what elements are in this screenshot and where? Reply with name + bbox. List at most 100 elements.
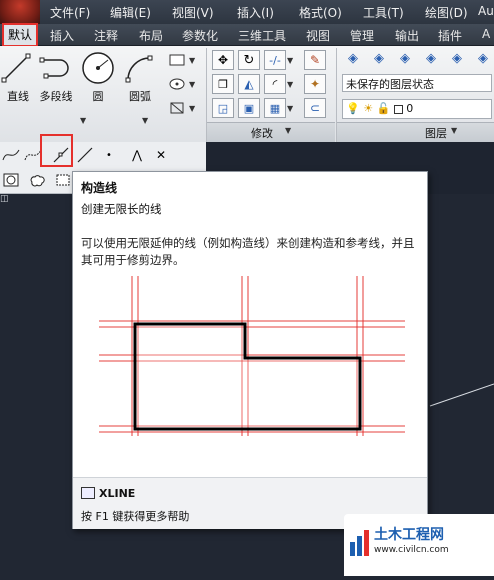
menu-edit[interactable]: 编辑(E) — [110, 4, 151, 21]
tab-manage[interactable]: 管理 — [350, 27, 374, 44]
revision-cloud-button[interactable] — [26, 169, 48, 191]
tab-default[interactable]: 默认 — [1, 23, 39, 47]
menu-file[interactable]: 文件(F) — [50, 4, 90, 21]
rectangle-button[interactable] — [166, 50, 188, 70]
array-icon: ▦ — [269, 101, 281, 115]
revision-cloud-icon — [30, 175, 45, 187]
layer-state-select[interactable]: 未保存的图层状态 — [342, 74, 492, 92]
trim-dropdown-icon[interactable]: ▼ — [287, 50, 297, 70]
layers-panel-label: 图层 — [425, 127, 447, 140]
layer-off-button[interactable]: ◈ — [472, 48, 494, 68]
menu-autodesk[interactable]: Au — [478, 4, 494, 18]
wipeout-button[interactable] — [52, 169, 74, 191]
boundary-button[interactable] — [166, 98, 188, 118]
application-menu-button[interactable] — [0, 0, 40, 24]
array-button[interactable]: ▦ — [264, 98, 286, 118]
sun-icon: ☀ — [363, 102, 374, 115]
layer-previous-icon: ◈ — [400, 50, 410, 66]
erase-icon: ✎ — [309, 53, 321, 67]
tab-insert[interactable]: 插入 — [50, 27, 74, 44]
tab-layout[interactable]: 布局 — [139, 27, 163, 44]
tab-parametric[interactable]: 参数化 — [182, 27, 218, 44]
copy-button[interactable]: ❐ — [212, 74, 234, 94]
tab-output[interactable]: 输出 — [395, 27, 419, 44]
fillet-button[interactable]: ◜ — [264, 74, 286, 94]
layer-color-swatch — [393, 104, 403, 114]
layer-freeze-button[interactable]: ◈ — [446, 48, 468, 68]
menu-format[interactable]: 格式(O) — [299, 4, 342, 21]
unlock-icon: 🔓 — [376, 102, 391, 115]
layers-panel-footer[interactable]: 图层 ▼ — [337, 122, 494, 142]
current-layer-select[interactable]: 💡 ☀ 🔓 0 — [342, 99, 492, 119]
layers-expand-icon: ▼ — [451, 126, 458, 135]
modify-panel-label: 修改 — [251, 127, 273, 140]
divide-button[interactable]: ⋀ — [126, 144, 148, 166]
layer-properties-button[interactable]: ◈ — [342, 48, 364, 68]
tooltip-help-hint: 按 F1 键获得更多帮助 — [81, 510, 190, 523]
spline-fit-button[interactable] — [0, 144, 22, 166]
copy-icon: ❐ — [218, 77, 228, 91]
mirror-icon: ◭ — [244, 77, 254, 91]
layer-match-button[interactable]: ◈ — [368, 48, 390, 68]
tooltip-description: 可以使用无限延伸的线（例如构造线）来创建构造和参考线，并且其可用于修剪边界。 — [81, 236, 415, 267]
wipeout-icon — [56, 174, 70, 186]
explode-icon: ✦ — [309, 77, 321, 91]
boundary-icon — [170, 102, 184, 114]
offset-icon: ⊂ — [309, 101, 321, 115]
tab-autodesk[interactable]: A — [482, 27, 490, 41]
arc-tool-label: 圆弧 — [129, 90, 151, 103]
menubar: 文件(F) 编辑(E) 视图(V) 插入(I) 格式(O) 工具(T) 绘图(D… — [0, 0, 494, 24]
tab-3d-tools[interactable]: 三维工具 — [238, 27, 286, 44]
arc-tool[interactable]: 圆弧 — [118, 50, 162, 104]
circle-tool[interactable]: 圆 — [76, 50, 120, 104]
trim-icon: -/- — [269, 53, 281, 67]
measure-button[interactable]: ✕ — [150, 144, 172, 166]
explode-button[interactable]: ✦ — [304, 74, 326, 94]
menu-tools[interactable]: 工具(T) — [363, 4, 404, 21]
tab-annotate[interactable]: 注释 — [94, 27, 118, 44]
arc-icon — [125, 55, 153, 83]
circle-dropdown-icon[interactable]: ▼ — [80, 110, 90, 130]
array-dropdown-icon[interactable]: ▼ — [287, 98, 297, 118]
tab-plugins[interactable]: 插件 — [438, 27, 462, 44]
arc-dropdown-icon[interactable]: ▼ — [142, 110, 152, 130]
hatch-button[interactable] — [166, 74, 188, 94]
hatch-dropdown-icon[interactable]: ▼ — [189, 74, 199, 94]
move-icon: ✥ — [217, 53, 229, 67]
mirror-button[interactable]: ◭ — [238, 74, 260, 94]
trim-button[interactable]: -/- — [264, 50, 286, 70]
offset-button[interactable]: ⊂ — [304, 98, 326, 118]
layer-isolate-button[interactable]: ◈ — [420, 48, 442, 68]
point-icon: • — [106, 149, 112, 161]
ray-button[interactable] — [74, 144, 96, 166]
room-outline — [133, 322, 362, 431]
watermark-title: 土木工程网 — [374, 527, 444, 543]
region-button[interactable] — [0, 169, 22, 191]
polyline-tool[interactable]: 多段线 — [34, 50, 78, 104]
stretch-button[interactable]: ◲ — [212, 98, 234, 118]
tab-view[interactable]: 视图 — [306, 27, 330, 44]
erase-button[interactable]: ✎ — [304, 50, 326, 70]
rectangle-dropdown-icon[interactable]: ▼ — [189, 50, 199, 70]
fillet-dropdown-icon[interactable]: ▼ — [287, 74, 297, 94]
menu-view[interactable]: 视图(V) — [172, 4, 214, 21]
rotate-button[interactable]: ↻ — [238, 50, 260, 70]
tooltip-subtitle: 创建无限长的线 — [81, 202, 162, 216]
spline-fit-icon — [2, 149, 20, 161]
stretch-icon: ◲ — [217, 101, 229, 115]
command-line-icon — [81, 487, 95, 499]
watermark-logo-icon — [350, 530, 369, 556]
point-button[interactable]: • — [98, 144, 120, 166]
menu-insert[interactable]: 插入(I) — [237, 4, 274, 21]
layer-previous-button[interactable]: ◈ — [394, 48, 416, 68]
scale-button[interactable]: ▣ — [238, 98, 260, 118]
modify-panel-footer[interactable]: 修改 ▼ — [207, 122, 335, 142]
line-icon — [1, 53, 31, 83]
construction-line-highlight — [40, 134, 73, 167]
watermark-url: www.civilcn.com — [374, 545, 449, 555]
rectangle-icon — [169, 54, 185, 66]
menu-draw[interactable]: 绘图(D) — [425, 4, 468, 21]
boundary-dropdown-icon[interactable]: ▼ — [189, 98, 199, 118]
region-icon — [3, 173, 19, 187]
move-button[interactable]: ✥ — [212, 50, 234, 70]
